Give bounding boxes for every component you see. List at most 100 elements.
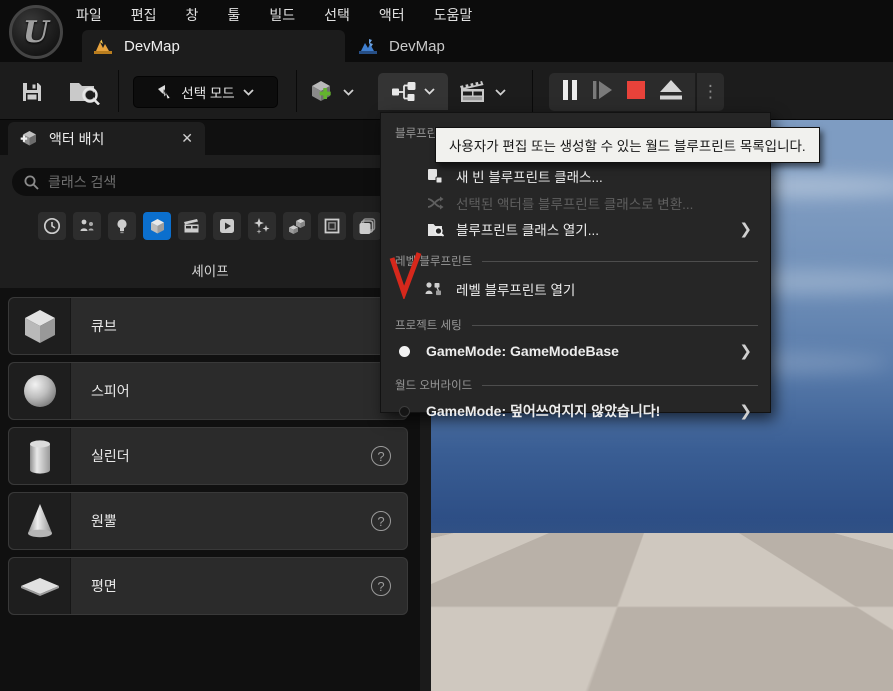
tab-label: DevMap: [124, 37, 180, 55]
toolbar-separator: [532, 70, 533, 112]
clapperboard-icon: [184, 219, 199, 233]
cube-shape-icon: [24, 310, 55, 343]
level-asset-orange-icon: [94, 39, 112, 54]
list-item-plane[interactable]: 평면 ?: [8, 557, 408, 615]
cylinder-thumbnail: [9, 428, 71, 484]
category-geometry[interactable]: [283, 212, 311, 240]
menu-item-open-blueprint-class[interactable]: 블루프린트 클래스 열기... ❯: [381, 216, 770, 242]
category-volumes[interactable]: [318, 212, 346, 240]
menu-help[interactable]: 도움말: [434, 5, 473, 25]
lightbulb-icon: [117, 219, 127, 234]
blueprints-dropdown-open[interactable]: [378, 73, 448, 110]
menu-section-level-blueprint: 레벨 블루프린트: [381, 250, 770, 272]
select-cursor-icon: [158, 85, 171, 100]
category-shapes-selected[interactable]: [143, 212, 171, 240]
browse-content-button[interactable]: [64, 76, 104, 108]
help-icon[interactable]: ?: [371, 446, 391, 466]
place-actors-tab[interactable]: 액터 배치 ✕: [8, 122, 205, 155]
list-item-cylinder[interactable]: 실린더 ?: [8, 427, 408, 485]
list-item-cone[interactable]: 원뿔 ?: [8, 492, 408, 550]
selected-category-label: 셰이프: [191, 264, 229, 279]
menu-section-world-override: 월드 오버라이드: [381, 374, 770, 396]
menu-window[interactable]: 창: [186, 5, 199, 25]
list-item-label: 실린더: [91, 448, 130, 464]
plane-thumbnail: [9, 558, 71, 614]
list-item-label: 큐브: [91, 318, 117, 334]
menu-build[interactable]: 빌드: [269, 5, 295, 25]
menu-item-label: 새 빈 블루프린트 클래스...: [456, 170, 603, 185]
toolbar-separator: [296, 70, 297, 112]
stop-icon: [627, 80, 646, 99]
floor-fog: [431, 533, 893, 579]
pause-icon: [563, 79, 578, 100]
playback-more-options-button[interactable]: ⋮: [696, 73, 724, 111]
sparkles-icon: [254, 218, 270, 234]
menu-item-new-blueprint-class[interactable]: 새 빈 블루프린트 클래스...: [381, 162, 770, 190]
cone-thumbnail: [9, 493, 71, 549]
level-asset-blue-icon: [359, 38, 377, 54]
tab-devmap-active[interactable]: DevMap: [82, 30, 345, 62]
white-bullet-icon: [399, 345, 410, 357]
section-header-line: [482, 260, 758, 262]
horizon-haze: [431, 518, 893, 534]
menu-item-gamemode-override[interactable]: GameMode: 덮어쓰여지지 않았습니다! ❯: [381, 396, 770, 426]
menu-item-label: 선택된 액터를 블루프린트 클래스로 변환...: [456, 197, 694, 212]
menu-item-convert-selection[interactable]: 선택된 액터를 블루프린트 클래스로 변환...: [381, 190, 770, 216]
menu-actor[interactable]: 액터: [379, 5, 405, 25]
close-icon[interactable]: ✕: [181, 130, 193, 147]
pause-button[interactable]: [561, 79, 579, 106]
section-header-line: [471, 324, 758, 326]
viewport-floor: [431, 533, 893, 691]
tab-devmap-inactive[interactable]: DevMap: [345, 30, 525, 62]
unreal-logo[interactable]: U: [9, 5, 63, 59]
blueprints-tooltip: 사용자가 편집 또는 생성할 수 있는 월드 블루프린트 목록입니다.: [435, 127, 820, 163]
chevron-down-icon: [424, 88, 435, 95]
menu-item-label: 블루프린트 클래스 열기...: [456, 223, 599, 238]
category-all-classes[interactable]: [353, 212, 381, 240]
sphere-shape-icon: [23, 375, 56, 407]
category-basic[interactable]: [73, 212, 101, 240]
menu-edit[interactable]: 편집: [131, 5, 157, 25]
browse-content-icon: [70, 83, 100, 105]
category-media[interactable]: [213, 212, 241, 240]
add-actor-dropdown[interactable]: [308, 76, 354, 108]
search-placeholder: 클래스 검색: [48, 174, 117, 190]
category-visual-effects[interactable]: [248, 212, 276, 240]
chevron-down-icon: [243, 88, 254, 96]
clock-icon: [43, 217, 61, 235]
class-search-input[interactable]: 클래스 검색: [12, 168, 408, 196]
menu-item-gamemode-project[interactable]: GameMode: GameModeBase ❯: [381, 336, 770, 366]
select-mode-dropdown[interactable]: 선택 모드: [133, 76, 278, 108]
section-header-label: 프로젝트 세팅: [395, 320, 462, 332]
frame-skip-button[interactable]: [592, 79, 614, 106]
tab-label: DevMap: [389, 37, 445, 55]
stacked-panels-icon: [359, 218, 376, 234]
help-icon[interactable]: ?: [371, 576, 391, 596]
chevron-down-icon: [343, 88, 354, 96]
new-blueprint-icon: [425, 168, 445, 184]
eject-button[interactable]: [659, 79, 683, 106]
menu-item-open-level-blueprint[interactable]: 레벨 블루프린트 열기: [381, 272, 770, 306]
panel-title: 액터 배치: [49, 130, 105, 147]
menu-tools[interactable]: 툴: [227, 5, 240, 25]
save-icon: [23, 83, 41, 101]
list-item-cube[interactable]: 큐브: [8, 297, 408, 355]
cinematics-dropdown[interactable]: [458, 76, 506, 108]
convert-actor-icon: [425, 196, 445, 210]
help-icon[interactable]: ?: [371, 511, 391, 531]
save-button[interactable]: [16, 76, 48, 108]
list-item-sphere[interactable]: 스피어: [8, 362, 408, 420]
red-check-annotation: [389, 252, 422, 299]
category-recently-placed[interactable]: [38, 212, 66, 240]
category-bar: [38, 212, 381, 240]
blueprints-icon: [392, 81, 416, 101]
menu-select[interactable]: 선택: [324, 5, 350, 25]
category-lights[interactable]: [108, 212, 136, 240]
list-item-label: 스피어: [91, 383, 130, 399]
category-cinematic[interactable]: [178, 212, 206, 240]
stop-button[interactable]: [626, 80, 646, 105]
cinematics-icon: [460, 79, 484, 102]
select-mode-label: 선택 모드: [181, 86, 235, 101]
submenu-arrow-icon: ❯: [739, 403, 752, 420]
menu-file[interactable]: 파일: [76, 5, 102, 25]
